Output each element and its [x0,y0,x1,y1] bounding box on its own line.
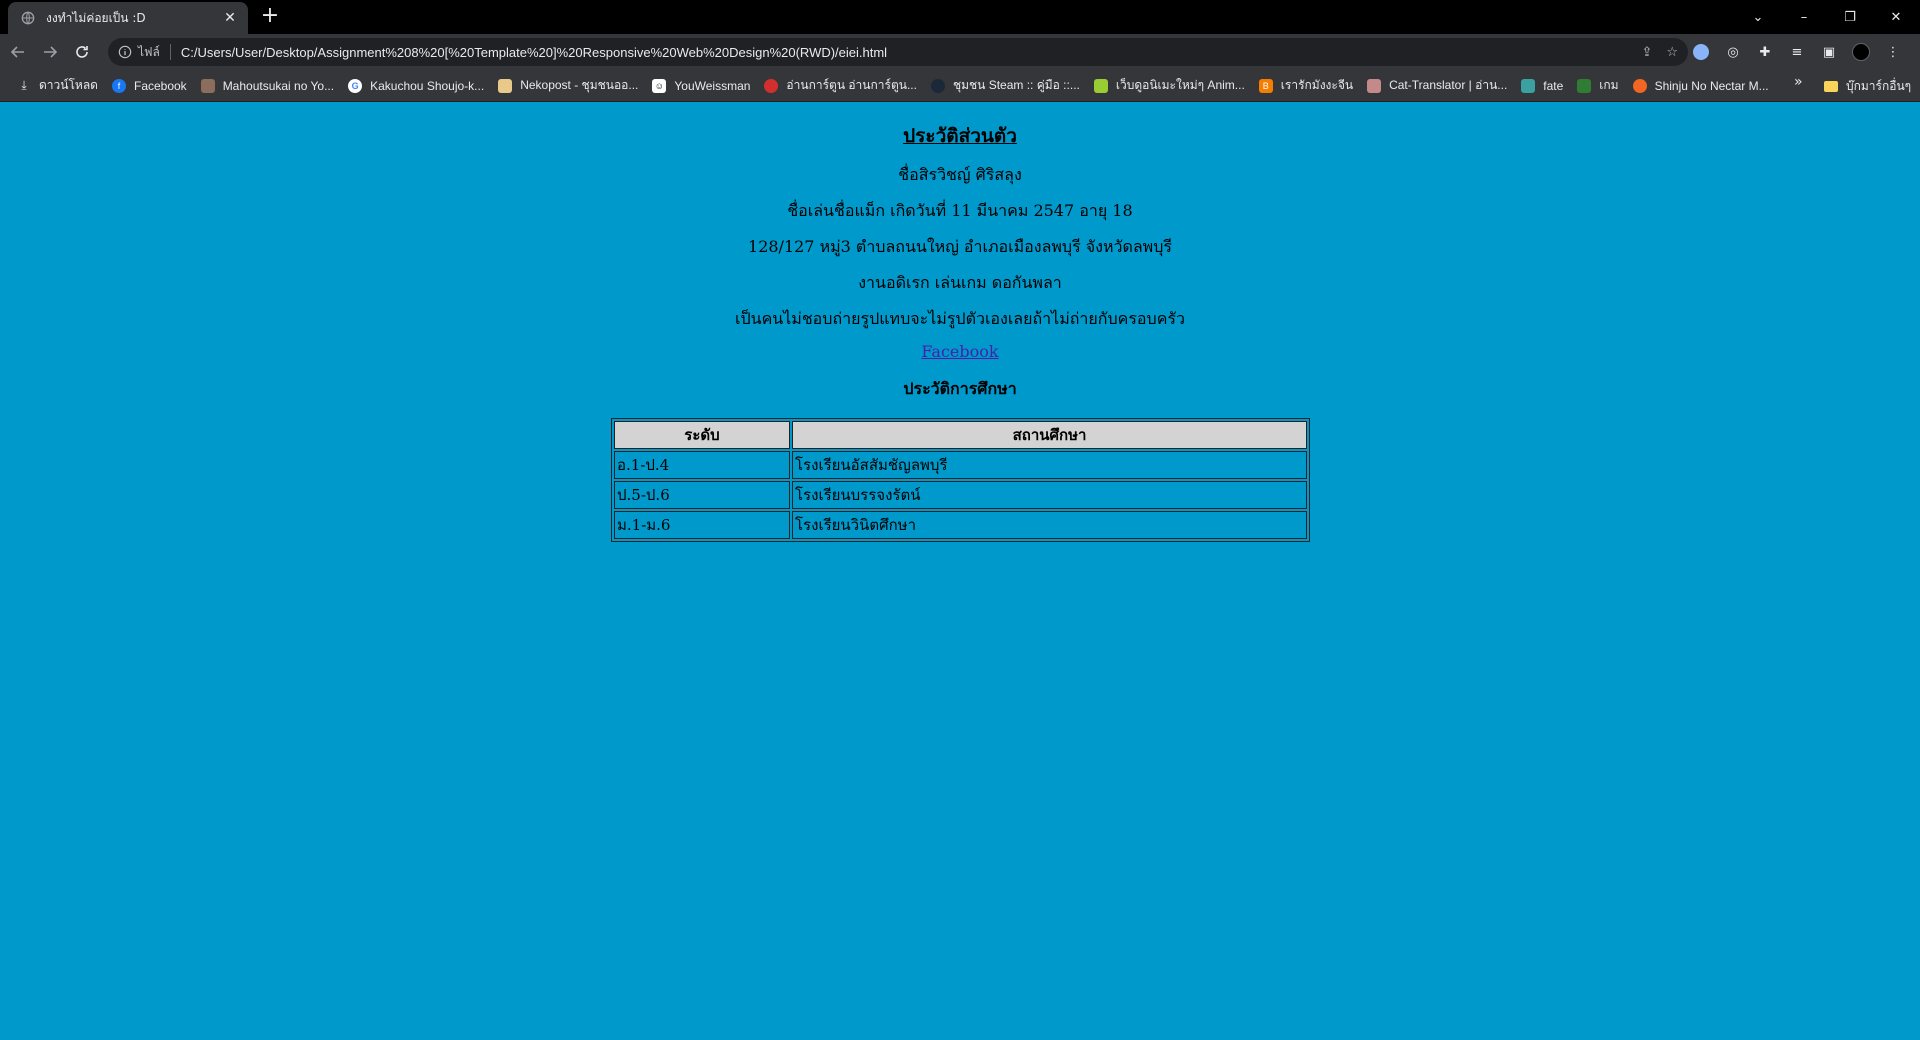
reload-icon [76,46,88,58]
minimize-button[interactable]: – [1782,0,1826,34]
steam-icon [930,78,945,93]
browser-toolbar: ไฟล์ C:/Users/User/Desktop/Assignment%20… [0,34,1920,70]
table-row: ป.5-ป.6 โรงเรียนบรรจงรัตน์ [614,481,1307,509]
site-icon [1577,78,1592,93]
education-heading: ประวัติการศึกษา [903,379,1017,398]
site-icon [764,78,779,93]
bookmark-item[interactable]: fate [1514,74,1570,98]
address-bar[interactable]: ไฟล์ C:/Users/User/Desktop/Assignment%20… [108,38,1688,66]
site-icon [1521,78,1536,93]
other-bookmarks[interactable]: บุ๊กมาร์กอื่นๆ [1824,74,1911,98]
table-cell: ป.5-ป.6 [614,481,790,509]
restore-button[interactable]: ❐ [1828,0,1872,34]
bookmarks-bar: ⤓ ดาวน์โหลด f Facebook Mahoutsukai no Yo..… [0,70,1920,102]
info-icon[interactable] [118,45,132,59]
close-tab-icon[interactable]: ✕ [222,10,238,26]
new-tab-button[interactable]: + [258,5,282,29]
bookmark-item[interactable]: อ่านการ์ตูน อ่านการ์ตูน... [757,74,924,98]
page-title: ประวัติส่วนตัว [903,125,1017,147]
table-row: ม.1-ม.6 โรงเรียนวินิตศึกษา [614,511,1307,539]
site-icon [1632,78,1647,93]
bookmark-item[interactable]: เว็บดูอนิเมะใหม่ๆ Anim... [1087,74,1252,98]
tab-search-icon[interactable]: ⌄ [1736,0,1780,34]
url-scheme-label: ไฟล์ [138,44,160,59]
google-icon: G [348,78,363,93]
table-cell: โรงเรียนบรรจงรัตน์ [792,481,1307,509]
table-cell: โรงเรียนวินิตศึกษา [792,511,1307,539]
share-icon[interactable]: ⇪ [1641,45,1652,60]
extension-icon-2[interactable]: ◎ [1722,41,1744,63]
tab-title: งงทำไม่ค่อยเป็น :D [46,10,146,25]
table-header-row: ระดับ สถานศึกษา [614,421,1307,449]
about-text: เป็นคนไม่ชอบถ่ายรูปแทบจะไม่รูปตัวเองเลยถ… [735,309,1185,328]
page-content: ประวัติส่วนตัว ชื่อสิรวิชญ์ ศิริสลุง ชื่… [0,103,1920,1040]
bookmark-item[interactable]: G Kakuchou Shoujo-k... [341,74,491,98]
arrow-left-icon [10,46,24,58]
reload-button[interactable] [68,38,96,66]
hobby-text: งานอดิเรก เล่นเกม ดอกันพลา [858,273,1062,292]
tab-strip: งงทำไม่ค่อยเป็น :D ✕ + ⌄ – ❐ ✕ [0,0,1920,34]
education-table: ระดับ สถานศึกษา อ.1-ป.4 โรงเรียนอัสสัมชั… [611,418,1310,542]
bookmark-item[interactable]: เกม [1570,74,1625,98]
table-cell: โรงเรียนอัสสัมชัญลพบุรี [792,451,1307,479]
column-header: ระดับ [614,421,790,449]
facebook-link[interactable]: Facebook [921,342,998,361]
site-icon [1093,78,1108,93]
address-text: 128/127 หมู่3 ตำบลถนนใหญ่ อำเภอเมืองลพบุ… [748,237,1172,256]
bookmark-item[interactable]: f Facebook [105,74,194,98]
facebook-icon: f [111,78,126,93]
globe-icon [20,10,36,26]
media-control-icon[interactable]: ≡ [1786,41,1808,63]
close-window-button[interactable]: ✕ [1874,0,1918,34]
back-button[interactable] [4,38,32,66]
bookmark-item[interactable]: ชุมชน Steam :: คู่มือ ::... [924,74,1087,98]
name-text: ชื่อสิรวิชญ์ ศิริสลุง [898,165,1022,184]
cat-icon [498,78,513,93]
download-icon: ⤓ [21,78,27,92]
bookmark-item[interactable]: Nekopost - ชุมชนออ... [491,74,645,98]
table-cell: ม.1-ม.6 [614,511,790,539]
browser-tab[interactable]: งงทำไม่ค่อยเป็น :D ✕ [8,2,248,34]
site-icon [200,78,215,93]
site-icon [1367,78,1382,93]
arrow-right-icon [44,46,58,58]
side-panel-icon[interactable]: ▣ [1818,41,1840,63]
forward-button[interactable] [36,38,64,66]
extension-icon-1[interactable] [1690,41,1712,63]
url-text[interactable]: C:/Users/User/Desktop/Assignment%208%20[… [181,45,1642,60]
folder-icon [1824,80,1838,92]
bookmark-item[interactable]: ⤓ ดาวน์โหลด [10,74,105,98]
blogger-icon: B [1258,78,1273,93]
bookmark-item[interactable]: ☺ YouWeissman [645,74,757,98]
bookmark-item[interactable]: B เรารักมังงะจีน [1252,74,1360,98]
divider [169,44,171,60]
avatar[interactable] [1850,41,1872,63]
person-icon: ☺ [652,78,667,93]
info-text: ชื่อเล่นชื่อแม็ก เกิดวันที่ 11 มีนาคม 25… [787,201,1133,220]
bookmark-item[interactable]: Shinju No Nectar M... [1626,74,1776,98]
chevron-right-icon[interactable]: » [1794,74,1803,90]
menu-icon[interactable]: ⋮ [1882,41,1904,63]
table-cell: อ.1-ป.4 [614,451,790,479]
bookmark-item[interactable]: Mahoutsukai no Yo... [194,74,341,98]
column-header: สถานศึกษา [792,421,1307,449]
bookmark-item[interactable]: Cat-Translator | อ่าน... [1360,74,1514,98]
star-icon[interactable]: ☆ [1666,45,1678,60]
table-row: อ.1-ป.4 โรงเรียนอัสสัมชัญลพบุรี [614,451,1307,479]
puzzle-icon[interactable]: ✚ [1754,41,1776,63]
